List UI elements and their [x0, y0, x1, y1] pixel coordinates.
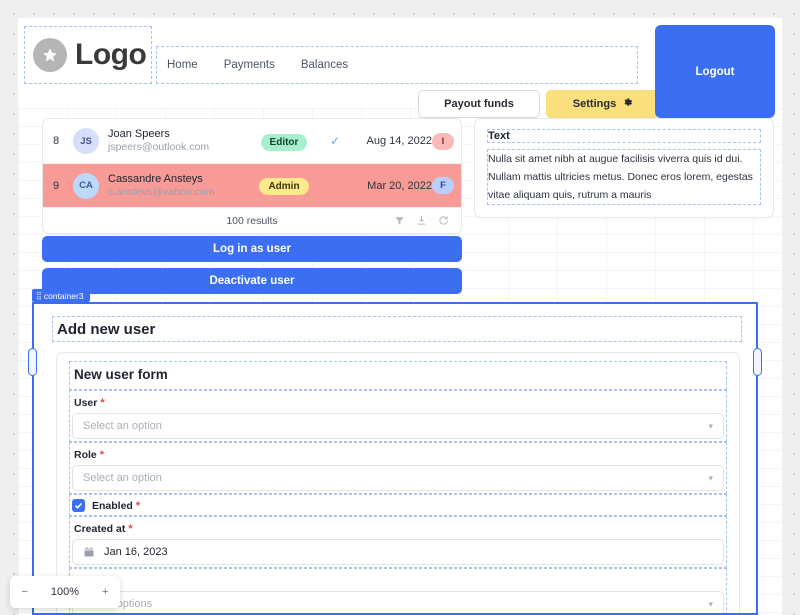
field-role: Role * Select an option ▾	[69, 442, 727, 494]
selection-tag[interactable]: ⣿ container3	[32, 289, 90, 302]
required-marker: *	[99, 449, 105, 461]
page-title: Add new user	[52, 316, 742, 342]
logout-button[interactable]: Logout	[655, 25, 775, 118]
chevron-down-icon: ▾	[708, 598, 713, 609]
table-footer-icons	[394, 215, 449, 226]
zoom-in-button[interactable]: +	[102, 586, 108, 598]
row-role-cell: Admin	[250, 176, 318, 195]
chevron-down-icon: ▾	[708, 420, 713, 431]
resize-handle-left[interactable]	[28, 347, 37, 376]
status-badge: Editor	[260, 133, 308, 151]
zoom-out-button[interactable]: −	[21, 586, 27, 598]
field-teams: Teams * Select options ▾	[69, 568, 727, 613]
canvas-page: Logo Home Payments Balances Payout funds…	[18, 18, 782, 615]
table-row[interactable]: 8 JS Joan Speers jspeers@outlook.com Edi…	[43, 119, 461, 163]
nav-item-payments[interactable]: Payments	[224, 59, 275, 71]
row-name: Cassandre Ansteys	[108, 172, 203, 185]
nav-item-home[interactable]: Home	[167, 59, 198, 71]
table-row[interactable]: 9 CA Cassandre Ansteys c.anstevs@vahoo.c…	[43, 163, 461, 207]
settings-label: Settings	[572, 98, 617, 110]
role-select[interactable]: Select an option ▾	[72, 465, 724, 491]
role-select-placeholder: Select an option	[83, 472, 162, 484]
settings-button[interactable]: Settings	[546, 90, 660, 118]
field-role-label: Role *	[74, 449, 105, 461]
row-tail: F	[432, 177, 456, 194]
zoom-level: 100%	[50, 586, 80, 598]
enabled-checkbox[interactable]	[72, 499, 85, 512]
app-header: Logo Home Payments Balances Payout funds…	[18, 18, 782, 118]
table-footer: 100 results	[43, 207, 461, 233]
text-card-body: Nulla sit amet nibh at augue facilisis v…	[487, 149, 761, 205]
drag-handle-icon[interactable]: ⣿	[36, 291, 42, 300]
container3[interactable]: Add new user New user form User * Select…	[32, 302, 758, 615]
row-index: 9	[53, 179, 60, 192]
row-name: Joan Speers	[108, 128, 170, 140]
download-icon[interactable]	[416, 215, 427, 226]
row-date: Aug 14, 2022	[366, 135, 432, 147]
star-circle-icon	[33, 38, 67, 72]
text-card: Text Nulla sit amet nibh at augue facili…	[474, 118, 774, 218]
filter-icon[interactable]	[394, 215, 405, 226]
field-created-at-label: Created at *	[74, 523, 133, 535]
created-at-value: Jan 16, 2023	[104, 546, 168, 558]
created-at-datepicker[interactable]: Jan 16, 2023	[72, 539, 724, 565]
avatar: CA	[73, 172, 99, 199]
required-marker: *	[128, 523, 133, 535]
zoom-control: − 100% +	[10, 576, 120, 608]
selection-tag-label: container3	[43, 290, 84, 301]
logo-text: Logo	[75, 38, 147, 71]
status-badge: Admin	[259, 178, 309, 195]
row-email: c.anstevs@vahoo.com	[108, 185, 215, 198]
row-person: Cassandre Ansteys c.anstevs@vahoo.com	[108, 173, 250, 199]
row-date: Mar 20, 2022	[367, 179, 432, 192]
row-email: jspeers@outlook.com	[108, 141, 210, 153]
form-title: New user form	[69, 361, 727, 390]
nav-item-balances[interactable]: Balances	[301, 59, 348, 71]
users-table: 8 JS Joan Speers jspeers@outlook.com Edi…	[42, 118, 462, 234]
required-marker: *	[100, 397, 105, 409]
row-person: Joan Speers jspeers@outlook.com	[108, 128, 250, 154]
new-user-form: New user form User * Select an option ▾ …	[56, 352, 740, 613]
avatar: JS	[73, 128, 99, 154]
field-user: User * Select an option ▾	[69, 390, 727, 442]
calendar-icon	[83, 546, 95, 558]
resize-handle-right[interactable]	[753, 347, 762, 376]
payout-funds-button[interactable]: Payout funds	[418, 90, 540, 118]
user-select-placeholder: Select an option	[83, 420, 162, 432]
row-tail-badge: I	[432, 132, 454, 150]
text-card-title: Text	[487, 129, 761, 143]
verified-check-icon: ✓	[329, 134, 341, 148]
refresh-icon[interactable]	[438, 215, 449, 226]
row-index: 8	[53, 135, 60, 147]
row-tail-badge: F	[432, 177, 454, 194]
user-select[interactable]: Select an option ▾	[72, 413, 724, 439]
enabled-label: Enabled *	[92, 499, 141, 512]
gear-icon	[622, 97, 633, 111]
field-teams-label: Teams *	[72, 572, 724, 591]
main-nav: Home Payments Balances	[156, 46, 638, 84]
field-created-at: Created at * Jan 16, 2023	[69, 516, 727, 568]
page-content: 8 JS Joan Speers jspeers@outlook.com Edi…	[18, 108, 782, 615]
field-enabled: Enabled *	[69, 494, 727, 516]
required-marker: *	[135, 499, 141, 512]
teams-multiselect[interactable]: Select options ▾	[72, 591, 724, 613]
row-role-cell: Editor	[250, 132, 318, 151]
log-in-as-user-button[interactable]: Log in as user	[42, 236, 462, 262]
row-tail: I	[432, 132, 456, 150]
deactivate-user-button[interactable]: Deactivate user	[42, 268, 462, 294]
field-user-label: User *	[74, 397, 105, 409]
chevron-down-icon: ▾	[708, 472, 713, 483]
logo[interactable]: Logo	[24, 26, 152, 84]
